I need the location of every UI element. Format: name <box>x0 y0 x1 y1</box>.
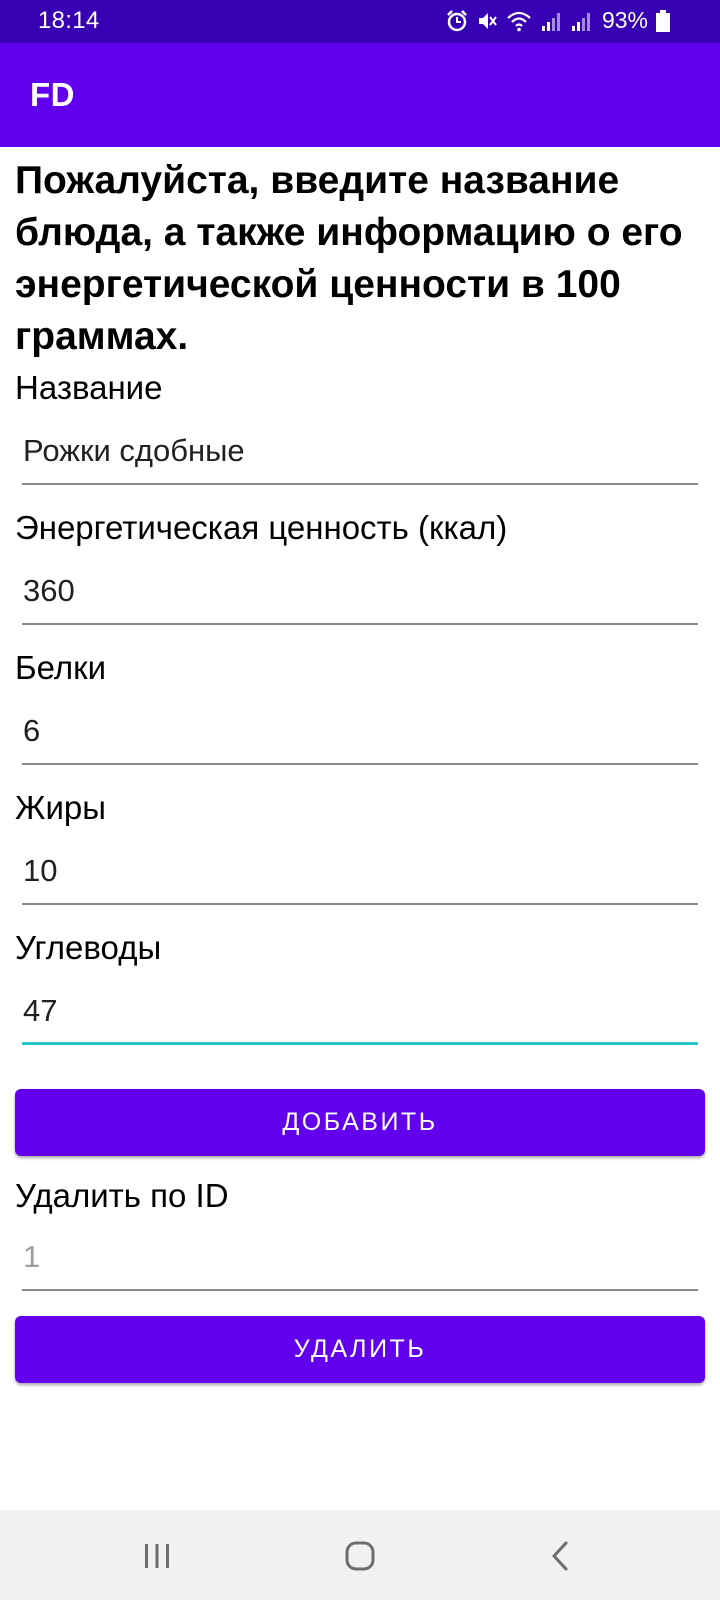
delete-id-field-underline <box>22 1289 698 1291</box>
name-field[interactable]: Рожки сдобные <box>22 425 698 485</box>
fats-field-underline <box>22 903 698 905</box>
add-button[interactable]: ДОБАВИТЬ <box>15 1089 705 1156</box>
proteins-field[interactable]: 6 <box>22 705 698 765</box>
proteins-field-underline <box>22 763 698 765</box>
calories-field-underline <box>22 623 698 625</box>
calories-field-value: 360 <box>23 573 75 608</box>
proteins-label: Белки <box>15 649 107 686</box>
fats-label: Жиры <box>15 789 106 826</box>
name-label: Название <box>15 369 163 406</box>
name-field-underline <box>22 483 698 485</box>
name-field-value: Рожки сдобные <box>23 433 245 468</box>
delete-button[interactable]: УДАЛИТЬ <box>15 1316 705 1383</box>
signal-icon <box>571 12 590 31</box>
delete-id-field[interactable]: 1 <box>22 1231 698 1291</box>
delete-id-label: Удалить по ID <box>15 1177 229 1214</box>
recent-apps-icon <box>145 1544 169 1568</box>
status-icons: 93% <box>446 7 670 34</box>
battery-icon <box>656 9 670 32</box>
wifi-icon <box>507 11 531 31</box>
fats-field-value: 10 <box>23 853 58 888</box>
recent-apps-button[interactable] <box>127 1528 187 1584</box>
proteins-field-value: 6 <box>23 713 41 748</box>
calories-field[interactable]: 360 <box>22 565 698 625</box>
status-bar: 18:14 93% <box>0 0 720 43</box>
navigation-bar <box>0 1510 720 1600</box>
signal-icon <box>541 12 560 31</box>
app-title: FD <box>30 76 75 113</box>
delete-id-field-hint: 1 <box>23 1239 41 1274</box>
battery-percent: 93% <box>601 7 648 33</box>
carbs-field-underline <box>22 1042 698 1045</box>
carbs-field-value: 47 <box>23 993 58 1028</box>
home-icon <box>345 1541 375 1571</box>
status-time: 18:14 <box>38 7 100 34</box>
intro-text: Пожалуйста, введите название блюда, а та… <box>15 159 683 358</box>
app-bar: FD <box>0 43 720 147</box>
back-button[interactable] <box>530 1528 590 1584</box>
back-icon <box>552 1541 568 1571</box>
carbs-field[interactable]: 47 <box>22 985 698 1045</box>
alarm-icon <box>447 9 467 31</box>
carbs-label: Углеводы <box>15 929 162 966</box>
calories-label: Энергетическая ценность (ккал) <box>15 509 508 546</box>
home-button[interactable] <box>330 1528 390 1584</box>
mute-icon <box>478 12 497 29</box>
fats-field[interactable]: 10 <box>22 845 698 905</box>
